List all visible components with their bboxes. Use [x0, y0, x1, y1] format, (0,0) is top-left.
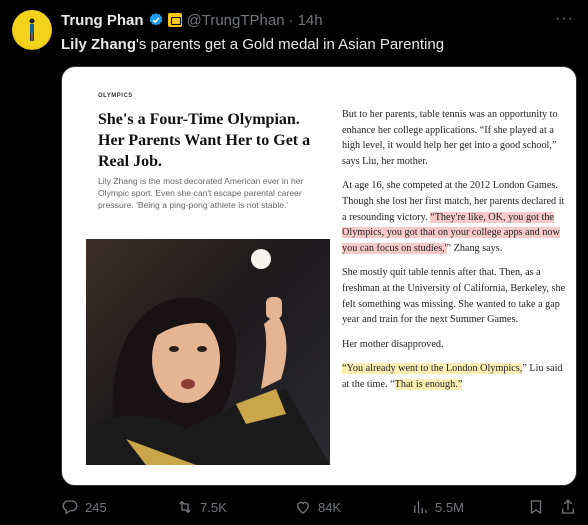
repost-icon [179, 500, 191, 514]
avatar[interactable] [12, 10, 52, 50]
tweet-text-bold: Lily Zhang [61, 36, 136, 53]
repost-button[interactable]: 7.5K [176, 498, 227, 516]
author-name[interactable]: Trung Phan [61, 12, 144, 29]
verified-badge-icon[interactable] [148, 12, 164, 28]
article-dek: Lily Zhang is the most decorated America… [98, 176, 304, 210]
bookmark-button[interactable] [527, 498, 551, 516]
views-count: 5.5M [435, 499, 464, 515]
heart-icon [297, 501, 309, 514]
article-kicker: OLYMPICS [98, 93, 133, 99]
tweet-header: Trung Phan @TrungTPhan · 14h [61, 10, 323, 30]
tweet-text: Lily Zhang's parents get a Gold medal in… [61, 36, 444, 53]
highlighted-quote: “You already went to the London Olympics… [342, 363, 523, 375]
article-paragraph: She mostly quit table tennis after that.… [342, 267, 566, 326]
highlighted-quote: That is enough.” [394, 378, 463, 390]
views-chart-icon [414, 501, 427, 513]
tweet-media-image[interactable]: OLYMPICS She's a Four-Time Olympian. Her… [61, 66, 577, 486]
article-paragraph: But to her parents, table tennis was an … [342, 109, 558, 167]
share-icon [562, 499, 574, 514]
paragraph-text: ” Zhang says. [446, 242, 503, 254]
tweet-text-rest: 's parents get a Gold medal in Asian Par… [136, 36, 445, 53]
article-body: But to her parents, table tennis was an … [342, 107, 570, 402]
author-handle[interactable]: @TrungTPhan [187, 12, 285, 29]
reply-button[interactable]: 245 [61, 498, 107, 516]
like-count: 84K [318, 499, 342, 515]
views-button[interactable]: 5.5M [411, 498, 464, 516]
reply-icon [62, 500, 78, 515]
affiliate-badge-icon[interactable] [167, 13, 182, 27]
separator-dot: · [288, 11, 294, 29]
tweet-time[interactable]: 14h [298, 12, 323, 29]
athlete-illustration [86, 249, 330, 465]
article-headline: She's a Four-Time Olympian. Her Parents … [98, 111, 311, 170]
like-button[interactable]: 84K [294, 498, 341, 516]
reply-count: 245 [85, 499, 107, 515]
article-paragraph: At age 16, she competed at the 2012 Lond… [342, 178, 570, 256]
bookmark-icon [530, 500, 542, 515]
article-paragraph: “You already went to the London Olympics… [342, 361, 570, 392]
repost-count: 7.5K [200, 499, 227, 515]
tweet-actions: 245 7.5K 84K 5.5M [61, 498, 581, 520]
athlete-photo [86, 239, 330, 465]
share-button[interactable] [559, 498, 583, 516]
avatar-figure-icon [29, 18, 35, 41]
more-options-icon[interactable]: ··· [555, 10, 574, 28]
article-paragraph: Her mother disapproved. [342, 338, 444, 350]
